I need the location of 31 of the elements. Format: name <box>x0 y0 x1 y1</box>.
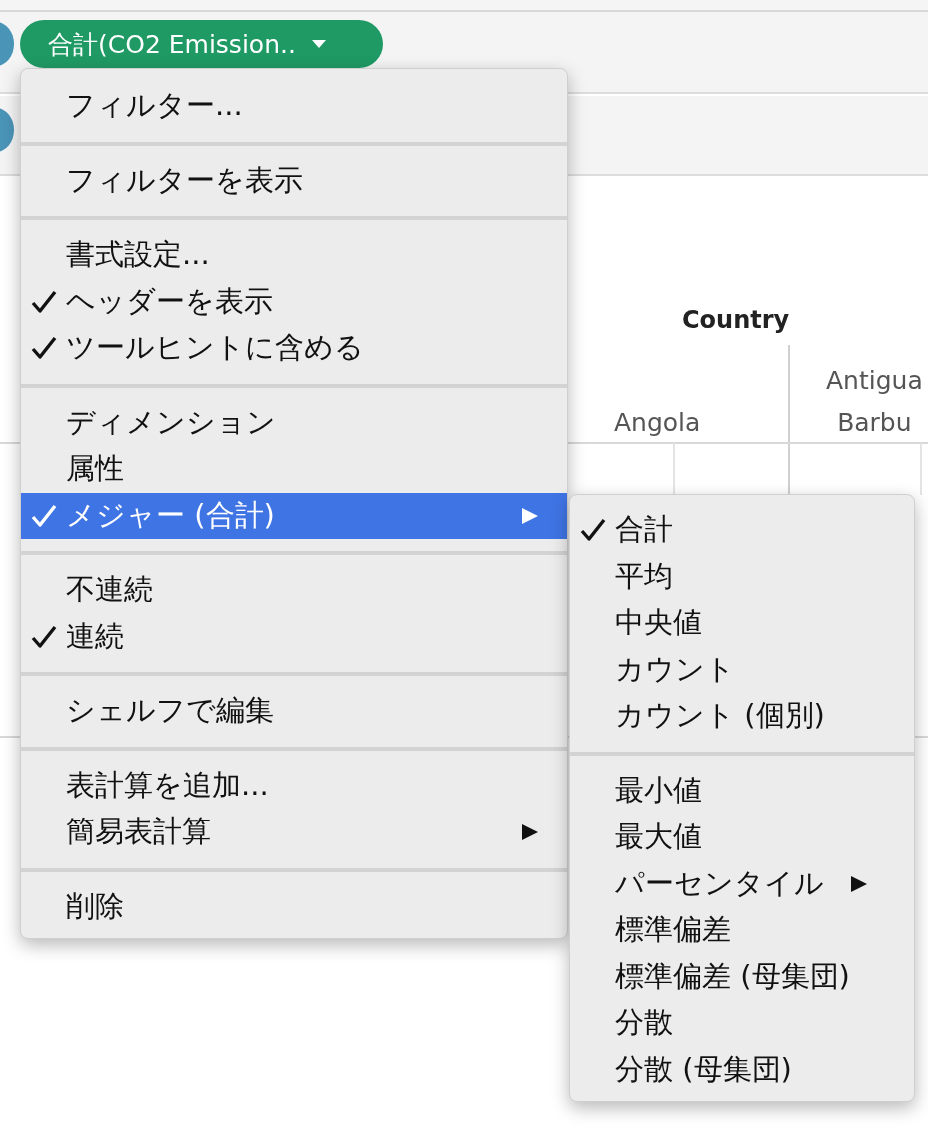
menu-item[interactable]: 分散 (母集団) <box>570 1046 914 1093</box>
field-pill[interactable]: 合計(CO2 Emission.. <box>20 20 383 68</box>
menu-item[interactable]: 最大値 <box>570 814 914 861</box>
menu-item[interactable]: 書式設定... <box>21 232 567 279</box>
column-label: Angola <box>614 407 701 439</box>
menu-item[interactable]: シェルフで編集 <box>21 688 567 735</box>
menu-item[interactable]: 標準偏差 <box>570 907 914 954</box>
menu-item[interactable]: 連続 <box>21 613 567 660</box>
menu-item[interactable]: 分散 <box>570 1000 914 1047</box>
column-label: Antigua Barbu <box>826 365 923 439</box>
menu-item[interactable]: 合計 <box>570 507 914 554</box>
column-header: Country <box>682 306 790 334</box>
menu-item[interactable]: メジャー (合計) <box>21 492 567 539</box>
menu-item[interactable]: 平均 <box>570 553 914 600</box>
menu-item[interactable]: 簡易表計算 <box>21 809 567 856</box>
menu-item[interactable]: 表計算を追加... <box>21 762 567 809</box>
menu-item[interactable]: フィルター... <box>21 83 567 130</box>
menu-item[interactable]: ディメンション <box>21 399 567 446</box>
menu-item[interactable]: パーセンタイル <box>570 860 914 907</box>
menu-item[interactable]: フィルターを表示 <box>21 157 567 204</box>
menu-item[interactable]: 標準偏差 (母集団) <box>570 953 914 1000</box>
menu-item[interactable]: カウント (個別) <box>570 693 914 740</box>
menu-item[interactable]: ヘッダーを表示 <box>21 278 567 325</box>
menu-item[interactable]: ツールヒントに含める <box>21 325 567 372</box>
caret-icon <box>309 39 328 49</box>
menu-item[interactable]: 中央値 <box>570 600 914 647</box>
menu-item[interactable]: 最小値 <box>570 767 914 814</box>
menu-item[interactable]: 属性 <box>21 446 567 493</box>
menu-item[interactable]: カウント <box>570 646 914 693</box>
menu-item[interactable]: 不連続 <box>21 567 567 614</box>
menu-item[interactable]: 削除 <box>21 883 567 930</box>
